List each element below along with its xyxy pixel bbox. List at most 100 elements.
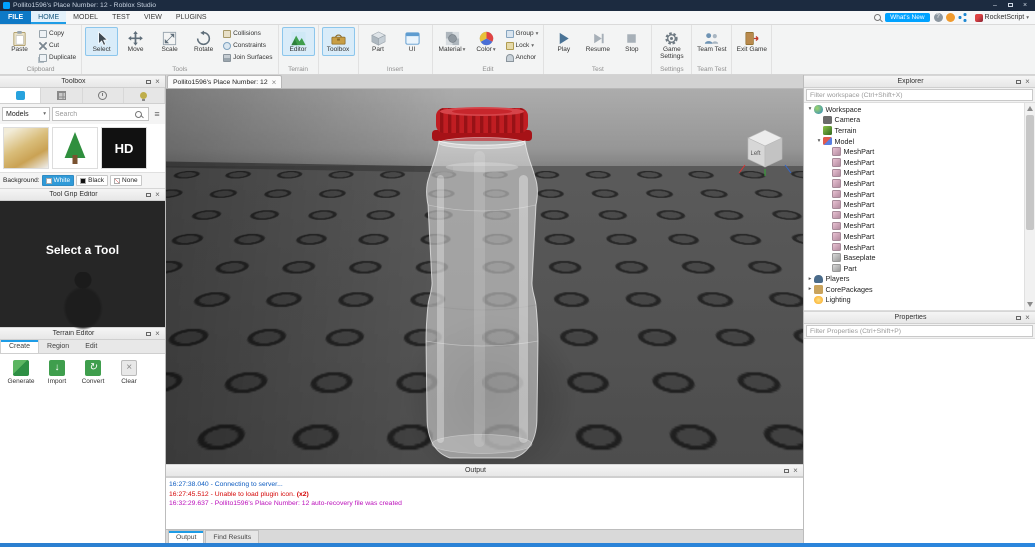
collisions-toggle[interactable]: Collisions — [221, 28, 274, 39]
move-tool-button[interactable]: Move — [119, 27, 152, 56]
tree-item-lighting[interactable]: Lighting — [804, 295, 1024, 306]
model-thumbnail-1[interactable] — [3, 127, 49, 169]
tree-item-meshpart[interactable]: MeshPart — [804, 231, 1024, 242]
viewport-canvas[interactable]: Left — [166, 89, 803, 464]
float-panel-icon[interactable] — [144, 328, 153, 339]
team-test-button[interactable]: Team Test — [695, 27, 728, 56]
expand-icon[interactable]: ▸ — [806, 286, 814, 292]
copy-button[interactable]: Copy — [37, 28, 78, 39]
float-panel-icon[interactable] — [1014, 76, 1023, 87]
close-panel-icon[interactable]: × — [153, 189, 162, 200]
tab-close-icon[interactable]: × — [272, 78, 277, 87]
tree-item-meshpart[interactable]: MeshPart — [804, 210, 1024, 221]
ideas-tab[interactable] — [124, 88, 165, 103]
close-panel-icon[interactable]: × — [153, 328, 162, 339]
tree-item-camera[interactable]: Camera — [804, 115, 1024, 126]
properties-filter-input[interactable] — [806, 325, 1033, 337]
menu-model[interactable]: MODEL — [66, 11, 105, 24]
float-panel-icon[interactable] — [144, 76, 153, 87]
tree-item-meshpart[interactable]: MeshPart — [804, 168, 1024, 179]
clear-button[interactable]: × Clear — [114, 360, 144, 385]
help-icon[interactable]: ? — [933, 13, 943, 22]
model-thumbnail-hd[interactable]: HD — [101, 127, 147, 169]
background-white-option[interactable]: White — [41, 175, 75, 186]
tree-item-workspace[interactable]: ▾ Workspace — [804, 104, 1024, 115]
menu-file[interactable]: FILE — [0, 11, 32, 24]
whats-new-button[interactable]: What's New — [885, 13, 930, 22]
generate-button[interactable]: Generate — [6, 360, 36, 385]
place-tab[interactable]: Pollito1596's Place Number: 12 × — [167, 75, 283, 88]
scroll-down-icon[interactable] — [1027, 302, 1033, 307]
game-settings-button[interactable]: Game Settings — [655, 27, 688, 63]
part-button[interactable]: Part — [362, 27, 395, 56]
background-black-option[interactable]: Black — [76, 175, 109, 186]
background-none-option[interactable]: None — [110, 175, 142, 186]
window-close-button[interactable]: × — [1018, 1, 1032, 10]
toolbox-search-input[interactable] — [55, 110, 135, 118]
play-button[interactable]: Play — [547, 27, 580, 56]
find-results-tab[interactable]: Find Results — [205, 530, 260, 543]
marketplace-tab[interactable] — [0, 88, 42, 103]
close-panel-icon[interactable]: × — [791, 465, 800, 476]
tree-item-corepackages[interactable]: ▸ CorePackages — [804, 284, 1024, 295]
tree-item-model[interactable]: ▾ Model — [804, 136, 1024, 147]
tab-region[interactable]: Region — [39, 340, 77, 353]
tree-item-meshpart[interactable]: MeshPart — [804, 242, 1024, 253]
group-button[interactable]: Group ▾ — [504, 28, 541, 39]
tool-grip-editor-body[interactable]: Select a Tool — [0, 201, 165, 330]
scroll-up-icon[interactable] — [1027, 106, 1033, 111]
duplicate-button[interactable]: Duplicate — [37, 52, 78, 63]
tab-create[interactable]: Create — [0, 340, 40, 353]
scrollbar-thumb[interactable] — [1026, 115, 1034, 230]
float-panel-icon[interactable] — [782, 465, 791, 476]
resume-button[interactable]: Resume — [581, 27, 614, 56]
tree-item-meshpart[interactable]: MeshPart — [804, 157, 1024, 168]
rocketscript-plugin-button[interactable]: RocketScript ▾ — [969, 11, 1035, 24]
tree-item-terrain[interactable]: Terrain — [804, 125, 1024, 136]
share-icon[interactable] — [957, 13, 967, 22]
select-tool-button[interactable]: Select — [85, 27, 119, 56]
close-panel-icon[interactable]: × — [1023, 76, 1032, 87]
close-panel-icon[interactable]: × — [1023, 312, 1032, 323]
tree-item-players[interactable]: ▸ Players — [804, 274, 1024, 285]
convert-button[interactable]: ↻ Convert — [78, 360, 108, 385]
constraints-toggle[interactable]: Constraints — [221, 40, 274, 51]
menu-test[interactable]: TEST — [105, 11, 137, 24]
model-thumbnail-tree[interactable] — [52, 127, 98, 169]
output-tab[interactable]: Output — [168, 530, 205, 543]
bottle-model[interactable] — [416, 105, 556, 464]
tree-item-meshpart[interactable]: MeshPart — [804, 178, 1024, 189]
search-icon[interactable] — [874, 14, 882, 21]
tree-item-meshpart[interactable]: MeshPart — [804, 221, 1024, 232]
ui-button[interactable]: UI — [396, 27, 429, 56]
tree-item-meshpart[interactable]: MeshPart — [804, 189, 1024, 200]
exit-game-button[interactable]: Exit Game — [735, 27, 768, 56]
minimize-button[interactable]: – — [988, 1, 1002, 10]
expand-icon[interactable]: ▸ — [806, 276, 814, 282]
close-panel-icon[interactable]: × — [153, 76, 162, 87]
explorer-scrollbar[interactable] — [1024, 103, 1035, 310]
menu-home[interactable]: HOME — [31, 11, 67, 24]
recent-tab[interactable] — [83, 88, 124, 103]
collapse-icon[interactable]: ▾ — [806, 106, 814, 112]
tree-item-part[interactable]: Part — [804, 263, 1024, 274]
avatar-icon[interactable] — [945, 13, 955, 22]
anchor-button[interactable]: Anchor — [504, 52, 541, 63]
inventory-tab[interactable] — [41, 88, 83, 103]
filter-options-icon[interactable]: ≡ — [151, 109, 163, 119]
lock-button[interactable]: Lock ▾ — [504, 40, 541, 51]
search-icon[interactable] — [135, 110, 142, 118]
scale-tool-button[interactable]: Scale — [153, 27, 186, 56]
float-panel-icon[interactable] — [1014, 312, 1023, 323]
explorer-filter-input[interactable] — [806, 89, 1033, 101]
maximize-button[interactable] — [1003, 1, 1017, 10]
terrain-editor-button[interactable]: Editor — [281, 27, 315, 56]
menu-view[interactable]: VIEW — [137, 11, 169, 24]
float-panel-icon[interactable] — [144, 189, 153, 200]
cut-button[interactable]: Cut — [37, 40, 78, 51]
color-button[interactable]: Color ▾ — [470, 27, 503, 56]
tree-item-meshpart[interactable]: MeshPart — [804, 199, 1024, 210]
category-dropdown[interactable]: Models ▾ — [2, 107, 50, 121]
view-cube[interactable]: Left — [737, 125, 793, 177]
import-button[interactable]: ↓ Import — [42, 360, 72, 385]
